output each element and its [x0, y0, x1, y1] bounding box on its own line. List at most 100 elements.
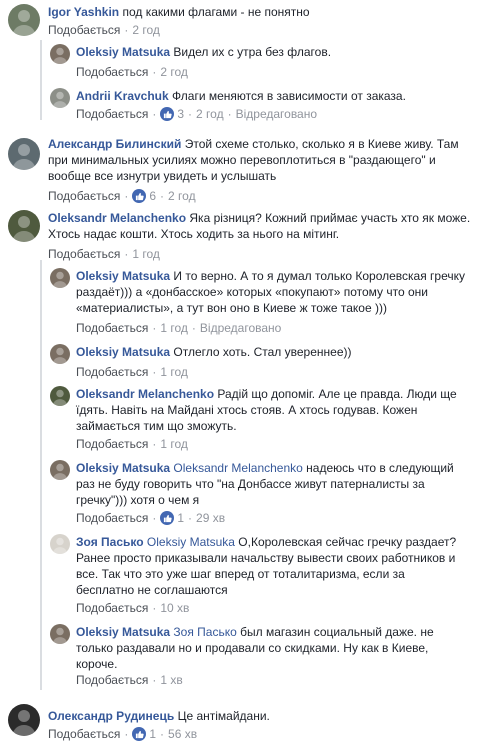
like-button[interactable]: Подобається [76, 65, 148, 79]
comment-author[interactable]: Зоя Пасько [76, 535, 144, 549]
avatar[interactable] [8, 4, 40, 36]
comment-actions: Подобається · 1 · 56 хв [48, 727, 198, 741]
comment-text: под какими флагами - не понятно [122, 5, 310, 19]
mention-link[interactable]: Oleksandr Melanchenko [173, 461, 302, 475]
comment-actions: Подобається · 10 хв [76, 601, 190, 615]
timestamp[interactable]: 1 год [160, 321, 188, 335]
comment-text: О,Королевская сейчас гречку раздает? [238, 535, 457, 549]
comment-author[interactable]: Oleksiy Matsuka [76, 269, 170, 283]
comment-text: при минимальных усилиях можно перевоплот… [48, 153, 436, 167]
thread-line [40, 260, 42, 690]
comment-text: Хтось надає кошти. Хтось ходить за нього… [48, 227, 340, 241]
mention-link[interactable]: Зоя Пасько [173, 625, 236, 639]
comment-author[interactable]: Oleksiy Matsuka [76, 461, 170, 475]
comment-author[interactable]: Oleksandr Melanchenko [76, 387, 214, 401]
comment-text: Яка різниця? Кожний приймає участь хто я… [189, 211, 471, 225]
timestamp[interactable]: 10 хв [160, 601, 189, 615]
like-count-badge[interactable]: 3 [160, 107, 184, 121]
comment-author[interactable]: Александр Билинский [48, 137, 181, 151]
avatar[interactable] [50, 534, 70, 554]
timestamp[interactable]: 29 хв [196, 511, 225, 525]
thumbs-up-icon [160, 107, 175, 121]
like-button[interactable]: Подобається [48, 23, 120, 37]
timestamp[interactable]: 2 год [196, 107, 224, 121]
like-button[interactable]: Подобається [76, 511, 148, 525]
comment-text: все. Так что это уже шаг вперед от тотал… [76, 567, 405, 581]
comment-actions: Подобається · 1 хв [76, 673, 183, 687]
edited-link[interactable]: Відредаговано [200, 321, 281, 335]
comment-text: Отлегло хоть. Стал увереннее)) [173, 345, 352, 359]
avatar[interactable] [50, 460, 70, 480]
comment-text: надеюсь что в следующий [306, 461, 454, 475]
comment-text: бесплатно не соглашаются [76, 583, 228, 597]
avatar[interactable] [50, 88, 70, 108]
timestamp[interactable]: 1 год [160, 437, 188, 451]
timestamp[interactable]: 2 год [160, 65, 188, 79]
comment-actions: Подобається · 1 год [48, 247, 160, 261]
like-button[interactable]: Подобається [48, 247, 120, 261]
comment-actions: Подобається · 2 год [48, 23, 160, 37]
thumbs-up-icon [132, 727, 147, 741]
like-button[interactable]: Подобається [48, 727, 120, 741]
avatar[interactable] [50, 268, 70, 288]
like-button[interactable]: Подобається [48, 189, 120, 203]
timestamp[interactable]: 2 год [132, 23, 160, 37]
comment-author[interactable]: Oleksandr Melanchenko [48, 211, 186, 225]
like-button[interactable]: Подобається [76, 365, 148, 379]
comment-text: Этой схеме столько, сколько я в Киеве жи… [184, 137, 459, 151]
timestamp[interactable]: 2 год [168, 189, 196, 203]
like-count-badge[interactable]: 1 [160, 511, 184, 525]
comment-author[interactable]: Andrii Kravchuk [76, 89, 169, 103]
comment-text: «материалисты», а тут вон оно в Киеве ж … [76, 301, 387, 315]
comment-actions: Подобається · 1 · 29 хв [76, 511, 226, 525]
comment-actions: Подобається · 1 год [76, 437, 188, 451]
avatar[interactable] [8, 704, 40, 736]
comment-text: Радій що допоміг. Але це правда. Люди ще [217, 387, 457, 401]
comment-text: только раздавали но и продавали со скидк… [76, 641, 429, 655]
comment-author[interactable]: Олександр Рудинець [48, 709, 174, 723]
comment-actions: Подобається · 3 · 2 год · Відредаговано [76, 107, 318, 121]
thumbs-up-icon [160, 511, 175, 525]
comment-actions: Подобається · 2 год [76, 65, 188, 79]
comment-text: займається тим що зможуть. [76, 419, 237, 433]
avatar[interactable] [50, 624, 70, 644]
avatar[interactable] [8, 138, 40, 170]
comment-author[interactable]: Igor Yashkin [48, 5, 119, 19]
comment-actions: Подобається · 6 · 2 год [48, 189, 196, 203]
comment-text: был магазин социальный даже. не [240, 625, 434, 639]
timestamp[interactable]: 1 год [160, 365, 188, 379]
edited-link[interactable]: Відредаговано [236, 107, 317, 121]
like-button[interactable]: Подобається [76, 601, 148, 615]
timestamp[interactable]: 1 хв [160, 673, 182, 687]
like-button[interactable]: Подобається [76, 107, 148, 121]
thumbs-up-icon [132, 189, 147, 203]
avatar[interactable] [8, 210, 40, 242]
timestamp[interactable]: 1 год [132, 247, 160, 261]
comment-author[interactable]: Oleksiy Matsuka [76, 345, 170, 359]
comment-text: вообще все изнутри увидеть и услышать [48, 169, 277, 183]
timestamp[interactable]: 56 хв [168, 727, 197, 741]
comment-actions: Подобається · 1 год · Відредаговано [76, 321, 282, 335]
avatar[interactable] [50, 344, 70, 364]
like-button[interactable]: Подобається [76, 437, 148, 451]
avatar[interactable] [50, 44, 70, 64]
comment-text: їдять. Навіть на Майдані хтось стояв. А … [76, 403, 418, 417]
comment-author[interactable]: Oleksiy Matsuka [76, 45, 170, 59]
comment-text: гречку"))) хотя о чем я [76, 493, 200, 507]
like-count-badge[interactable]: 1 [132, 727, 156, 741]
comment-text: Видел их с утра без флагов. [173, 45, 332, 59]
avatar[interactable] [50, 386, 70, 406]
comment-author[interactable]: Oleksiy Matsuka [76, 625, 170, 639]
like-count-badge[interactable]: 6 [132, 189, 156, 203]
mention-link[interactable]: Oleksiy Matsuka [147, 535, 235, 549]
comment-text: раздаёт))) а «донбасское» которых «покуп… [76, 285, 429, 299]
like-button[interactable]: Подобається [76, 673, 148, 687]
comment-text: раз не буду говорить что "на Донбассе жи… [76, 477, 425, 491]
comment-text: И то верно. А то я думал только Королевс… [173, 269, 466, 283]
comment-text: Ранее просто приказывали начальству выве… [76, 551, 456, 565]
comment-text: короче. [76, 657, 118, 671]
like-button[interactable]: Подобається [76, 321, 148, 335]
comment-text: Це антімайдани. [177, 709, 270, 723]
comment-text: Флаги меняются в зависимости от заказа. [172, 89, 406, 103]
thread-line [40, 40, 42, 120]
